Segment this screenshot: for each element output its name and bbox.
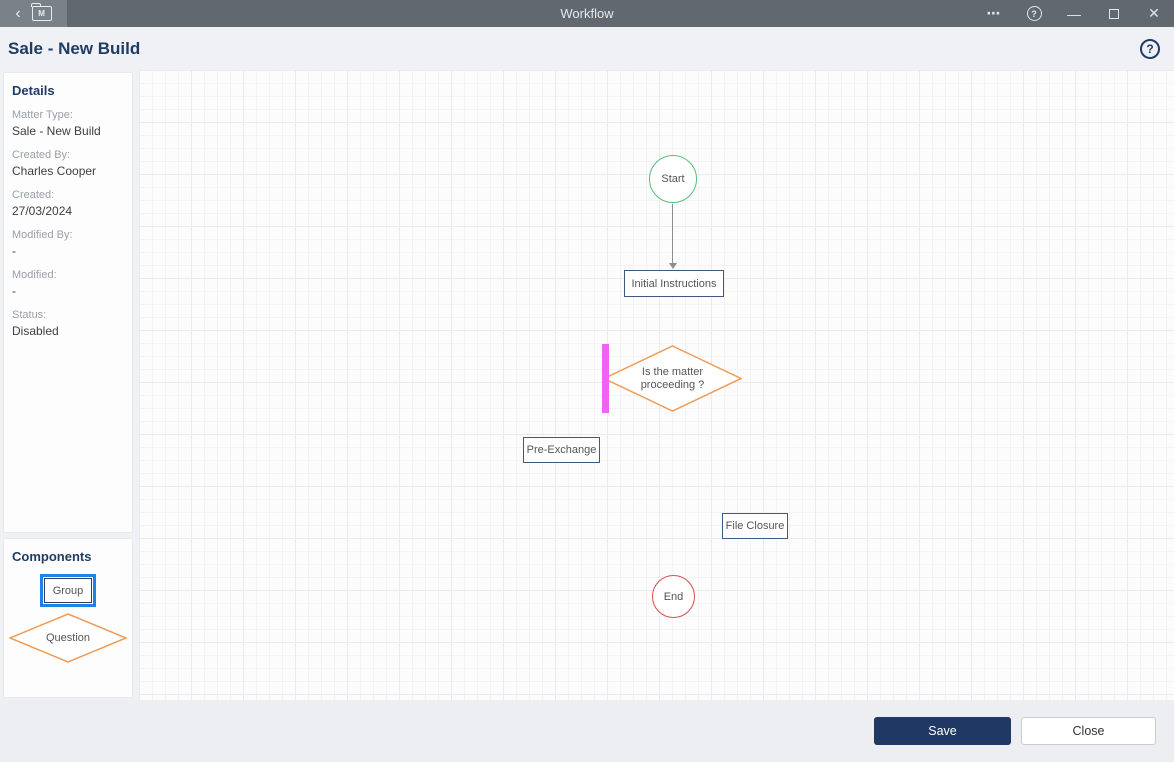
node-start[interactable]: Start	[649, 155, 697, 203]
component-question-label: Question	[45, 632, 91, 644]
node-pre-exchange[interactable]: Pre-Exchange	[523, 437, 600, 463]
field-created: Created: 27/03/2024	[12, 188, 124, 219]
field-label: Status:	[12, 309, 47, 321]
close-icon[interactable]: ✕	[1134, 0, 1174, 27]
field-modified-by: Modified By: -	[12, 228, 124, 259]
field-value: Sale - New Build	[12, 124, 101, 138]
window-controls: ⋯ ? — ✕	[974, 0, 1174, 27]
field-value: 27/03/2024	[12, 204, 73, 218]
arrowhead-icon	[668, 263, 677, 269]
field-modified: Modified: -	[12, 268, 124, 299]
ellipsis-menu-icon[interactable]: ⋯	[974, 0, 1014, 27]
selection-bar[interactable]	[602, 344, 609, 413]
node-question-label: Is the matter proceeding ?	[640, 365, 705, 391]
sidebar: Details Matter Type: Sale - New Build Cr…	[0, 70, 139, 700]
page-title: Sale - New Build	[8, 38, 141, 58]
footer-bar: Save Close	[0, 700, 1174, 762]
node-question[interactable]: Is the matter proceeding ?	[603, 345, 742, 412]
field-label: Matter Type:	[12, 109, 73, 121]
page-header: Sale - New Build ?	[0, 27, 1174, 70]
node-file-closure[interactable]: File Closure	[722, 513, 788, 539]
field-value: Charles Cooper	[12, 164, 97, 178]
field-value: -	[12, 284, 16, 298]
field-label: Created:	[12, 189, 55, 201]
maximize-icon[interactable]	[1094, 0, 1134, 27]
node-initial-instructions[interactable]: Initial Instructions	[624, 270, 724, 297]
field-label: Created By:	[12, 149, 71, 161]
field-label: Modified:	[12, 269, 57, 281]
field-label: Modified By:	[12, 229, 73, 241]
matter-folder-icon[interactable]: M	[31, 3, 52, 21]
details-heading: Details	[12, 83, 55, 98]
components-panel: Components Group Question	[3, 538, 133, 698]
field-created-by: Created By: Charles Cooper	[12, 148, 124, 179]
node-end[interactable]: End	[652, 575, 695, 618]
page-help-icon[interactable]: ?	[1140, 38, 1160, 59]
field-status: Status: Disabled	[12, 308, 124, 339]
close-button[interactable]: Close	[1021, 717, 1156, 745]
components-heading: Components	[12, 549, 92, 564]
component-group[interactable]: Group	[40, 574, 96, 607]
component-question[interactable]: Question	[9, 613, 127, 663]
connector-start-to-initial	[668, 204, 677, 269]
component-group-label: Group	[44, 578, 92, 603]
minimize-icon[interactable]: —	[1054, 0, 1094, 27]
content-area: Details Matter Type: Sale - New Build Cr…	[0, 70, 1174, 700]
titlebar-left-section: ‹ M	[0, 0, 67, 27]
window-titlebar: ‹ M Workflow ⋯ ? — ✕	[0, 0, 1174, 27]
status-value: Disabled	[12, 324, 59, 338]
workflow-canvas[interactable]: Start Initial Instructions Is the matter…	[139, 70, 1174, 700]
field-value: -	[12, 244, 16, 258]
titlebar-help-icon[interactable]: ?	[1014, 0, 1054, 27]
save-button[interactable]: Save	[874, 717, 1011, 745]
back-icon[interactable]: ‹	[15, 0, 20, 27]
details-panel: Details Matter Type: Sale - New Build Cr…	[3, 72, 133, 533]
field-matter-type: Matter Type: Sale - New Build	[12, 108, 124, 139]
matter-folder-letter: M	[38, 9, 45, 18]
